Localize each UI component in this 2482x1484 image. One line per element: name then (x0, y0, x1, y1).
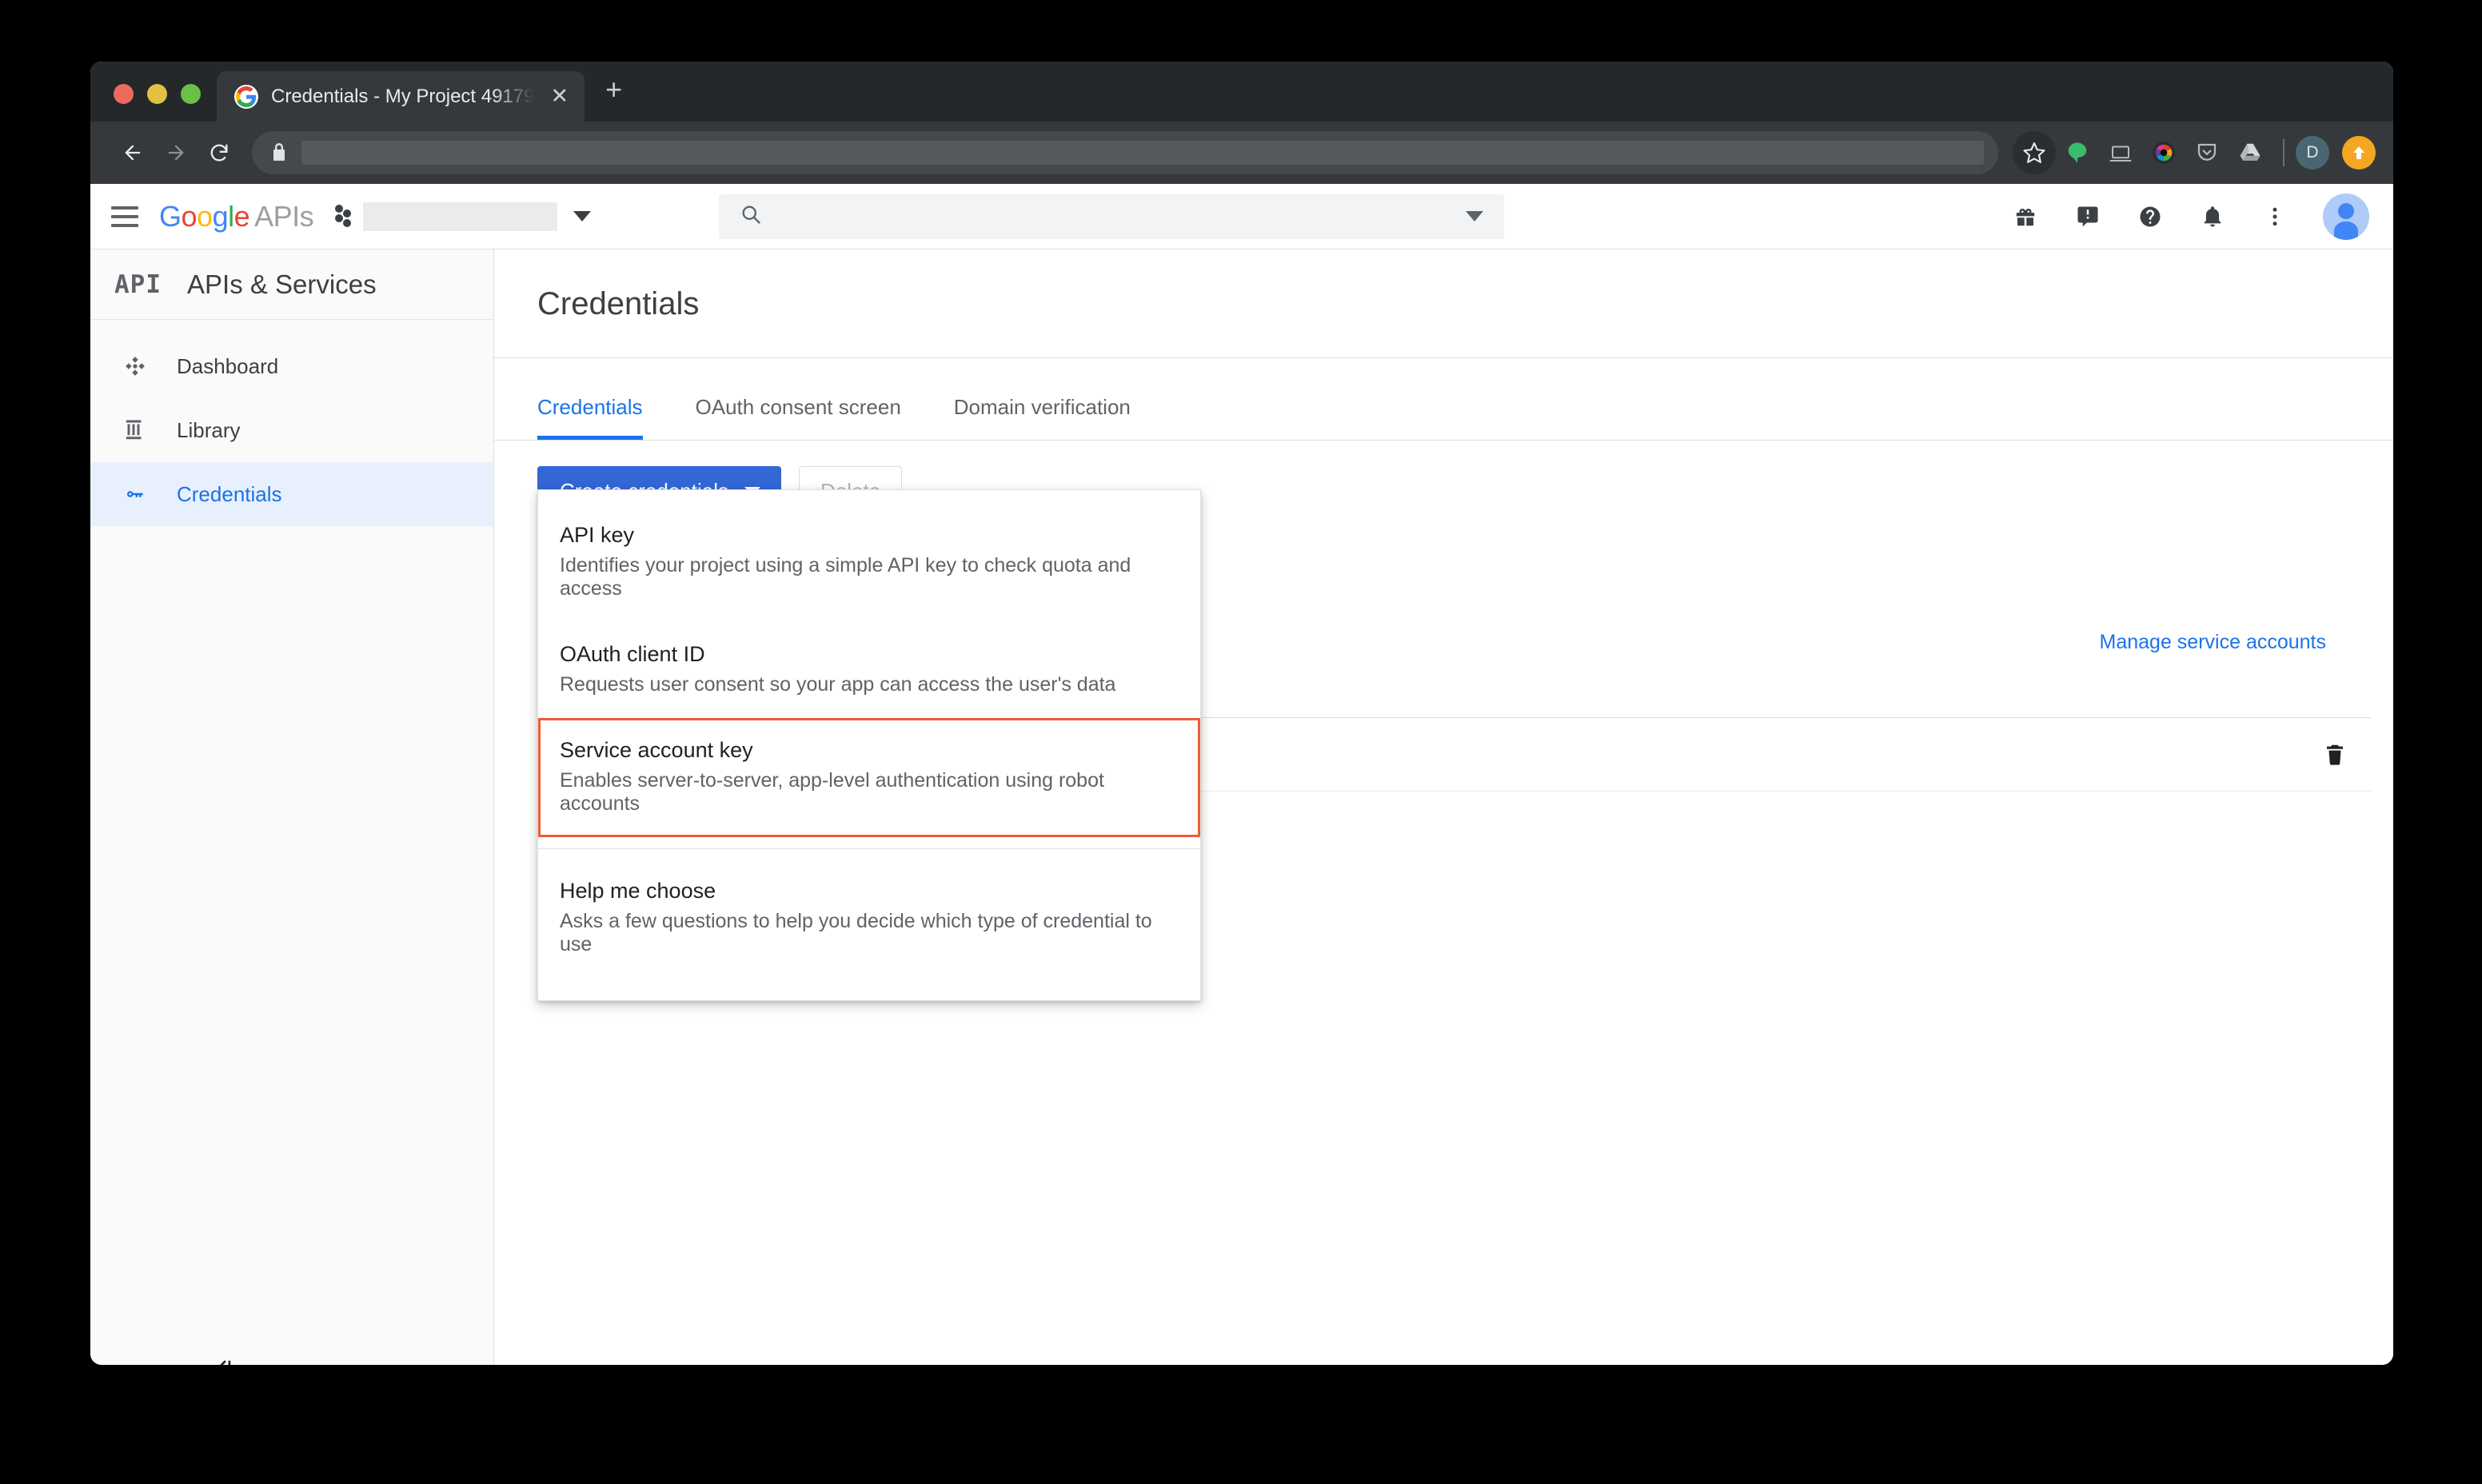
browser-toolbar: D (90, 122, 2393, 184)
tab-oauth-consent-screen[interactable]: OAuth consent screen (696, 395, 901, 440)
new-tab-button[interactable]: + (605, 75, 622, 104)
google-favicon-icon (234, 85, 258, 109)
app-body: API APIs & Services Dashboard (90, 249, 2393, 1365)
green-bubble-extension-icon[interactable] (2056, 131, 2099, 174)
header-action-icons (2005, 193, 2369, 240)
menu-item-help-me-choose[interactable]: Help me choose Asks a few questions to h… (538, 859, 1200, 978)
menu-item-service-account-key[interactable]: Service account key Enables server-to-se… (538, 718, 1200, 837)
menu-item-title: API key (560, 523, 1179, 548)
menu-item-api-key[interactable]: API key Identifies your project using a … (538, 503, 1200, 622)
search-dropdown-icon[interactable] (1466, 211, 1483, 221)
collapse-panel-icon[interactable] (212, 1356, 236, 1365)
google-drive-extension-icon[interactable] (2229, 131, 2272, 174)
toolbar-divider (2283, 139, 2284, 166)
menu-item-title: Help me choose (560, 879, 1179, 904)
account-avatar-icon[interactable] (2323, 193, 2369, 240)
manage-service-accounts-link[interactable]: Manage service accounts (2100, 631, 2326, 654)
trash-icon[interactable] (2299, 742, 2371, 766)
menu-item-title: OAuth client ID (560, 642, 1179, 667)
key-icon (119, 482, 151, 506)
project-selector[interactable] (334, 202, 591, 231)
notifications-bell-icon[interactable] (2192, 196, 2233, 237)
project-cluster-icon (334, 203, 352, 230)
back-arrow-icon[interactable] (111, 131, 154, 174)
dashboard-icon (119, 354, 151, 378)
browser-profile-avatar[interactable]: D (2296, 136, 2329, 170)
sidebar-nav: Dashboard Library (90, 320, 493, 526)
apis-wordmark: APIs (254, 200, 313, 233)
omnibox-url-redacted (301, 141, 1984, 165)
menu-item-description: Requests user consent so your app can ac… (560, 673, 1179, 696)
browser-toolbar-extensions: D (2013, 131, 2376, 174)
more-vert-icon[interactable] (2254, 196, 2296, 237)
forward-arrow-icon[interactable] (154, 131, 198, 174)
feedback-icon[interactable] (2067, 196, 2109, 237)
browser-tab-strip: Credentials - My Project 49179 ✕ + (90, 62, 2393, 122)
screencast-extension-icon[interactable] (2099, 131, 2142, 174)
gift-icon[interactable] (2005, 196, 2046, 237)
bookmark-star-icon[interactable] (2013, 131, 2056, 174)
omnibox[interactable] (252, 131, 1998, 174)
google-apis-logo[interactable]: GoogleAPIs (159, 200, 313, 233)
sidebar-item-dashboard[interactable]: Dashboard (90, 334, 493, 398)
menu-item-description: Identifies your project using a simple A… (560, 554, 1179, 600)
help-icon[interactable] (2129, 196, 2171, 237)
camera-lens-extension-icon[interactable] (2142, 131, 2185, 174)
api-badge-icon: API (114, 270, 162, 299)
reload-icon[interactable] (198, 131, 241, 174)
menu-bottom-padding (538, 978, 1200, 1000)
chevron-down-icon[interactable] (573, 211, 591, 221)
search-input[interactable] (780, 205, 1448, 228)
browser-tab-title: Credentials - My Project 49179 (271, 86, 534, 108)
browser-tab[interactable]: Credentials - My Project 49179 ✕ (217, 71, 585, 122)
create-credentials-dropdown-menu[interactable]: API key Identifies your project using a … (537, 489, 1201, 1001)
project-name-redacted (363, 202, 557, 231)
menu-hamburger-icon[interactable] (90, 206, 159, 227)
menu-item-description: Asks a few questions to help you decide … (560, 910, 1179, 956)
sidebar: API APIs & Services Dashboard (90, 249, 494, 1365)
maximize-window-button[interactable] (181, 84, 201, 104)
sidebar-item-label: Dashboard (177, 354, 278, 379)
sidebar-header: API APIs & Services (90, 249, 493, 320)
tab-domain-verification[interactable]: Domain verification (954, 395, 1131, 440)
browser-window: Credentials - My Project 49179 ✕ + (90, 62, 2393, 1365)
lock-icon (271, 142, 287, 163)
window-traffic-lights (90, 84, 217, 122)
orange-upload-avatar-icon[interactable] (2342, 136, 2376, 170)
sidebar-item-library[interactable]: Library (90, 398, 493, 462)
main-content: Credentials Credentials OAuth consent sc… (494, 249, 2393, 1365)
menu-item-title: Service account key (560, 738, 1179, 763)
page-title: Credentials (494, 249, 2393, 322)
tab-close-icon[interactable]: ✕ (547, 86, 572, 107)
pocket-shield-extension-icon[interactable] (2185, 131, 2229, 174)
menu-item-oauth-client-id[interactable]: OAuth client ID Requests user consent so… (538, 622, 1200, 718)
search-icon (740, 203, 762, 229)
sidebar-item-credentials[interactable]: Credentials (90, 462, 493, 526)
minimize-window-button[interactable] (147, 84, 167, 104)
content-tabs: Credentials OAuth consent screen Domain … (494, 395, 2393, 441)
search-bar[interactable] (719, 194, 1504, 239)
google-apis-header: GoogleAPIs (90, 184, 2393, 249)
menu-item-description: Enables server-to-server, app-level auth… (560, 769, 1179, 816)
library-icon (119, 418, 151, 442)
menu-divider (538, 848, 1200, 849)
sidebar-item-label: Credentials (177, 482, 282, 507)
title-divider (494, 357, 2393, 358)
sidebar-item-label: Library (177, 418, 240, 443)
tab-credentials[interactable]: Credentials (537, 395, 643, 440)
sidebar-title: APIs & Services (187, 269, 377, 300)
close-window-button[interactable] (114, 84, 134, 104)
